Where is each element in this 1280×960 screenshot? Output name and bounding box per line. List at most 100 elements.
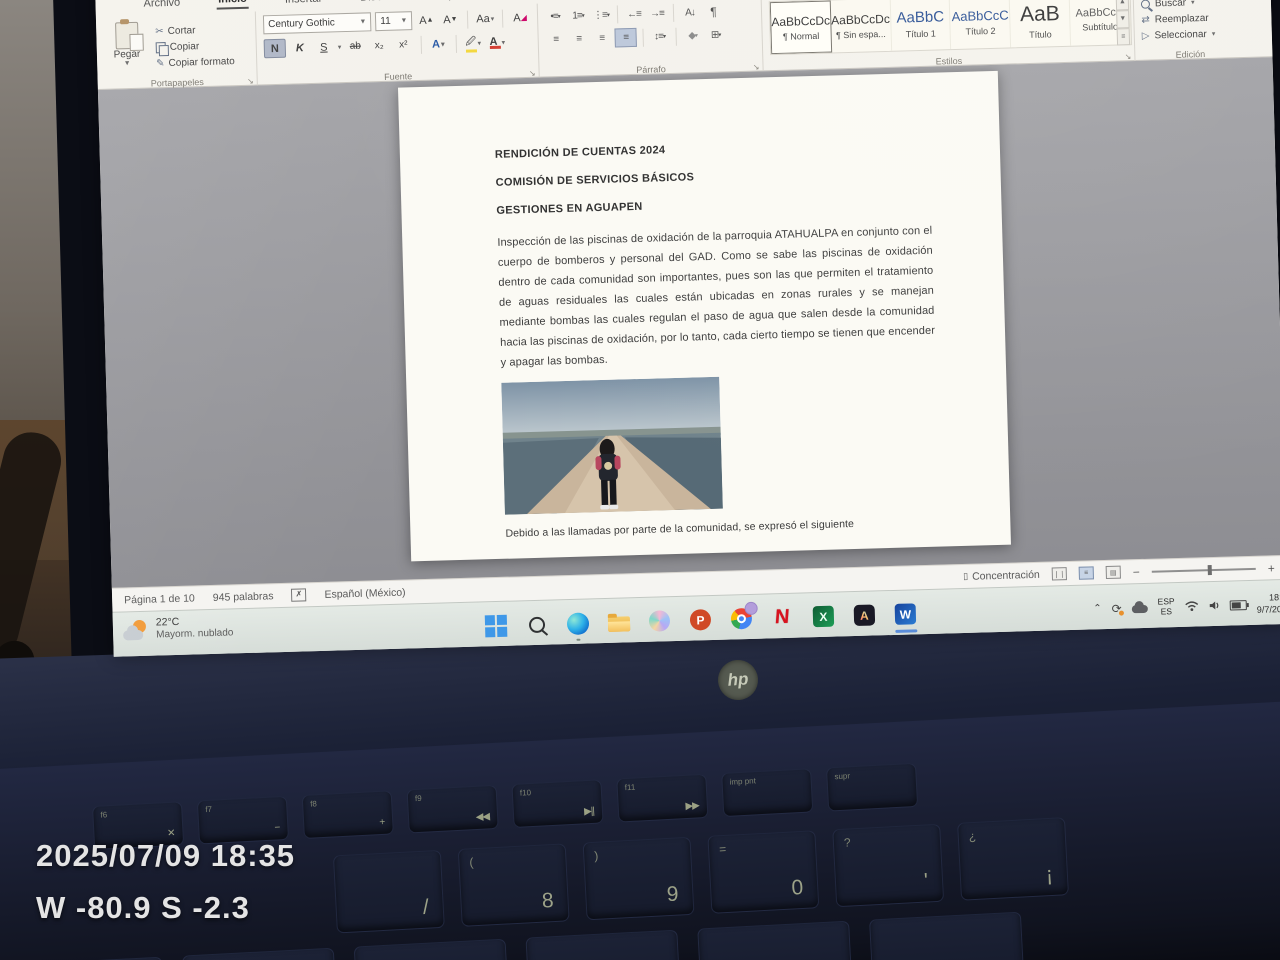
- justify-button[interactable]: ≡: [614, 28, 637, 48]
- language-switcher[interactable]: ESP ES: [1157, 597, 1175, 617]
- keyboard-key[interactable]: /: [333, 850, 445, 934]
- line-spacing-button[interactable]: ↕≡▾: [649, 28, 669, 46]
- word-count[interactable]: 945 palabras: [213, 590, 274, 604]
- ribbon-tab[interactable]: Inicio: [216, 0, 249, 10]
- file-explorer-button[interactable]: [606, 610, 631, 635]
- decrease-indent-button[interactable]: ←≡: [624, 5, 644, 23]
- page-indicator[interactable]: Página 1 de 10: [124, 592, 195, 606]
- keyboard-key[interactable]: [182, 948, 337, 960]
- keyboard-key[interactable]: f11▶▶: [616, 774, 708, 823]
- grow-font-button[interactable]: A▲: [416, 11, 436, 29]
- text-effects-button[interactable]: A▾: [428, 35, 448, 53]
- weather-widget[interactable]: 22°C Mayorm. nublado: [123, 614, 234, 643]
- keyboard-key[interactable]: f8+: [302, 790, 394, 839]
- strikethrough-button[interactable]: ab: [345, 37, 365, 55]
- superscript-button[interactable]: x²: [393, 36, 413, 54]
- dialog-launcher-icon[interactable]: ↘: [753, 62, 760, 71]
- align-center-button[interactable]: ≡: [568, 30, 588, 48]
- shading-button[interactable]: ◆▾: [682, 27, 702, 45]
- dialog-launcher-icon[interactable]: ↘: [1125, 52, 1132, 61]
- select-button[interactable]: ▷ Seleccionar ▾: [1142, 28, 1238, 42]
- pilcrow-button[interactable]: ¶: [703, 3, 723, 21]
- align-left-button[interactable]: ≡: [545, 31, 565, 49]
- find-button[interactable]: Buscar ▾: [1141, 0, 1237, 9]
- ribbon-tab[interactable]: Archivo: [141, 0, 182, 12]
- sort-button[interactable]: A↓: [680, 4, 700, 22]
- chrome-button[interactable]: [729, 606, 754, 631]
- language-indicator[interactable]: Español (México): [324, 586, 405, 600]
- onedrive-icon[interactable]: [1132, 605, 1148, 613]
- wifi-icon[interactable]: [1185, 600, 1199, 611]
- highlight-button[interactable]: 🖉▾: [463, 34, 483, 52]
- underline-button[interactable]: S: [314, 38, 334, 56]
- keyboard-key[interactable]: =0: [707, 830, 819, 914]
- shrink-font-button[interactable]: A▼: [440, 11, 460, 29]
- zoom-out-button[interactable]: −: [1133, 565, 1140, 579]
- bullet-list-button[interactable]: •≡▾: [545, 7, 565, 25]
- dialog-launcher-icon[interactable]: ↘: [529, 69, 536, 78]
- replace-button[interactable]: ⇄ Reemplazar: [1141, 12, 1237, 26]
- zoom-slider-thumb[interactable]: [1208, 565, 1212, 575]
- netflix-button[interactable]: N: [770, 605, 795, 630]
- excel-button[interactable]: X: [811, 604, 836, 629]
- dialog-launcher-icon[interactable]: ↘: [247, 77, 254, 86]
- ribbon-tab[interactable]: Referencias: [524, 0, 587, 1]
- focus-mode-button[interactable]: ▯ Concentración: [963, 568, 1040, 582]
- keyboard-key[interactable]: f10▶||: [511, 779, 603, 828]
- battery-icon[interactable]: [1230, 600, 1247, 610]
- zoom-slider[interactable]: [1152, 567, 1256, 572]
- font-color-button[interactable]: A▾: [487, 34, 507, 52]
- paste-button[interactable]: Pegar ▼: [103, 19, 151, 78]
- keyboard-key[interactable]: [697, 921, 852, 960]
- subscript-button[interactable]: x₂: [369, 37, 389, 55]
- ribbon-tab[interactable]: Diseño: [358, 0, 397, 6]
- document-page[interactable]: RENDICIÓN DE CUENTAS 2024 COMISIÓN DE SE…: [398, 71, 1011, 562]
- keyboard-key[interactable]: imp pnt: [721, 768, 813, 817]
- powerpoint-button[interactable]: P: [688, 608, 713, 633]
- keyboard-key[interactable]: [354, 939, 509, 960]
- cut-button[interactable]: ✂ Cortar: [155, 24, 234, 37]
- adobe-button[interactable]: A: [852, 603, 877, 628]
- sync-status-icon[interactable]: ⟳: [1111, 601, 1121, 615]
- borders-button[interactable]: ⊞▾: [705, 26, 725, 44]
- font-family-select[interactable]: Century Gothic ▼: [263, 12, 372, 34]
- gallery-expand-icon[interactable]: ≡: [1117, 28, 1130, 46]
- bold-button[interactable]: N: [264, 39, 287, 59]
- clear-formatting-button[interactable]: A◢: [510, 9, 530, 27]
- keyboard-key[interactable]: ¿¡: [957, 817, 1069, 901]
- scroll-up-icon[interactable]: ▲: [1116, 0, 1129, 11]
- keyboard-key[interactable]: [525, 930, 680, 960]
- keyboard-key[interactable]: supr: [826, 763, 918, 812]
- keyboard-key[interactable]: ?': [832, 824, 944, 908]
- keyboard-key[interactable]: (8: [458, 843, 570, 927]
- print-layout-icon[interactable]: ≡: [1079, 566, 1094, 579]
- keyboard-key[interactable]: [10, 957, 165, 960]
- taskbar-clock[interactable]: 18:35 9/7/2025: [1256, 592, 1280, 616]
- font-size-select[interactable]: 11 ▼: [375, 11, 413, 31]
- change-case-button[interactable]: Aa▾: [475, 10, 495, 28]
- style-tile[interactable]: AaBbCcDc¶ Sin espa...: [831, 0, 892, 52]
- start-button[interactable]: [483, 613, 508, 638]
- read-mode-icon[interactable]: ❘❘: [1052, 567, 1067, 580]
- ribbon-tab[interactable]: Disposición: [430, 0, 491, 4]
- proofing-icon[interactable]: ✗: [291, 588, 306, 601]
- document-photo-oxidation-pond[interactable]: [501, 377, 723, 515]
- align-right-button[interactable]: ≡: [591, 30, 611, 48]
- ribbon-tab[interactable]: Insertar: [283, 0, 325, 8]
- increase-indent-button[interactable]: →≡: [647, 5, 667, 23]
- style-tile[interactable]: AaBbCcDc¶ Normal: [770, 0, 832, 54]
- keyboard-key[interactable]: f9◀◀: [407, 785, 499, 834]
- edge-button[interactable]: [565, 611, 590, 636]
- italic-button[interactable]: K: [290, 39, 310, 57]
- web-layout-icon[interactable]: ▤: [1106, 566, 1121, 579]
- hidden-icons-chevron[interactable]: ⌃: [1093, 603, 1102, 614]
- scroll-down-icon[interactable]: ▼: [1116, 10, 1129, 28]
- numbered-list-button[interactable]: 1≡▾: [568, 7, 588, 25]
- format-painter-button[interactable]: ✎ Copiar formato: [156, 56, 235, 69]
- keyboard-key[interactable]: [869, 912, 1024, 960]
- style-tile[interactable]: AaBbCcCTítulo 2: [950, 0, 1011, 49]
- keyboard-key[interactable]: )9: [583, 837, 695, 921]
- zoom-in-button[interactable]: +: [1268, 561, 1275, 575]
- taskbar-search-button[interactable]: [524, 612, 549, 637]
- word-button-active[interactable]: W: [893, 602, 918, 627]
